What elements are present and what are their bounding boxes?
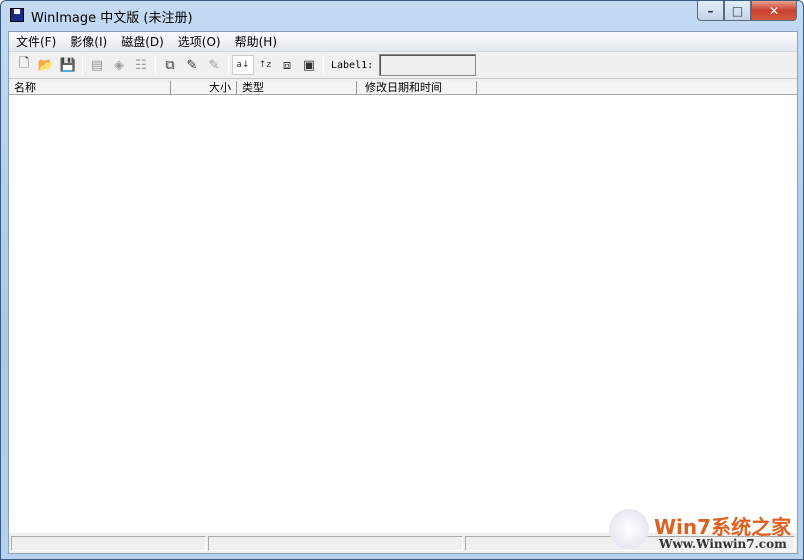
- label-field[interactable]: [379, 54, 477, 76]
- status-pane-3: [465, 536, 795, 551]
- inject-icon[interactable]: ◈: [108, 55, 130, 75]
- menu-file[interactable]: 文件(F): [9, 33, 63, 50]
- window-title: WinImage 中文版 (未注册): [31, 11, 193, 26]
- close-button[interactable]: ✕: [751, 1, 797, 21]
- save-icon[interactable]: 💾: [57, 55, 79, 75]
- extract-icon[interactable]: ▤: [86, 55, 108, 75]
- info-icon[interactable]: ▣: [298, 55, 320, 75]
- sort-name-icon[interactable]: a↓: [232, 55, 254, 75]
- write-disk-icon[interactable]: ✎: [181, 55, 203, 75]
- copy-disk-icon[interactable]: ⧉: [159, 55, 181, 75]
- column-modified[interactable]: 修改日期和时间: [357, 81, 477, 94]
- menu-bar: 文件(F) 影像(I) 磁盘(D) 选项(O) 帮助(H): [9, 32, 797, 52]
- list-header: 名称 大小 类型 修改日期和时间: [9, 81, 797, 95]
- column-size[interactable]: 大小: [171, 81, 237, 94]
- floppy-app-icon: [10, 8, 24, 22]
- status-pane-2: [208, 536, 463, 551]
- app-window: WinImage 中文版 (未注册) – □ ✕ 文件(F) 影像(I) 磁盘(…: [0, 0, 804, 560]
- menu-options[interactable]: 选项(O): [171, 33, 228, 50]
- menu-image[interactable]: 影像(I): [63, 33, 114, 50]
- minimize-button[interactable]: –: [697, 1, 724, 21]
- file-list[interactable]: [9, 95, 797, 533]
- column-name[interactable]: 名称: [9, 81, 171, 94]
- format-disk-icon[interactable]: ✎: [203, 55, 225, 75]
- menu-disk[interactable]: 磁盘(D): [114, 33, 171, 50]
- sort-reverse-icon[interactable]: ↑z: [254, 55, 276, 75]
- new-icon[interactable]: 🗋: [13, 55, 35, 75]
- maximize-button[interactable]: □: [724, 1, 751, 21]
- open-icon[interactable]: 📂: [35, 55, 57, 75]
- label-caption: Label1:: [331, 59, 374, 71]
- menu-help[interactable]: 帮助(H): [228, 33, 284, 50]
- status-bar: [9, 535, 797, 553]
- status-pane-1: [11, 536, 206, 551]
- toolbar: 🗋 📂 💾 ▤ ◈ ☷ ⧉ ✎ ✎ a↓ ↑z ⧈ ▣ Label1:: [9, 52, 797, 79]
- select-icon[interactable]: ☷: [130, 55, 152, 75]
- properties-icon[interactable]: ⧈: [276, 55, 298, 75]
- column-type[interactable]: 类型: [237, 81, 357, 94]
